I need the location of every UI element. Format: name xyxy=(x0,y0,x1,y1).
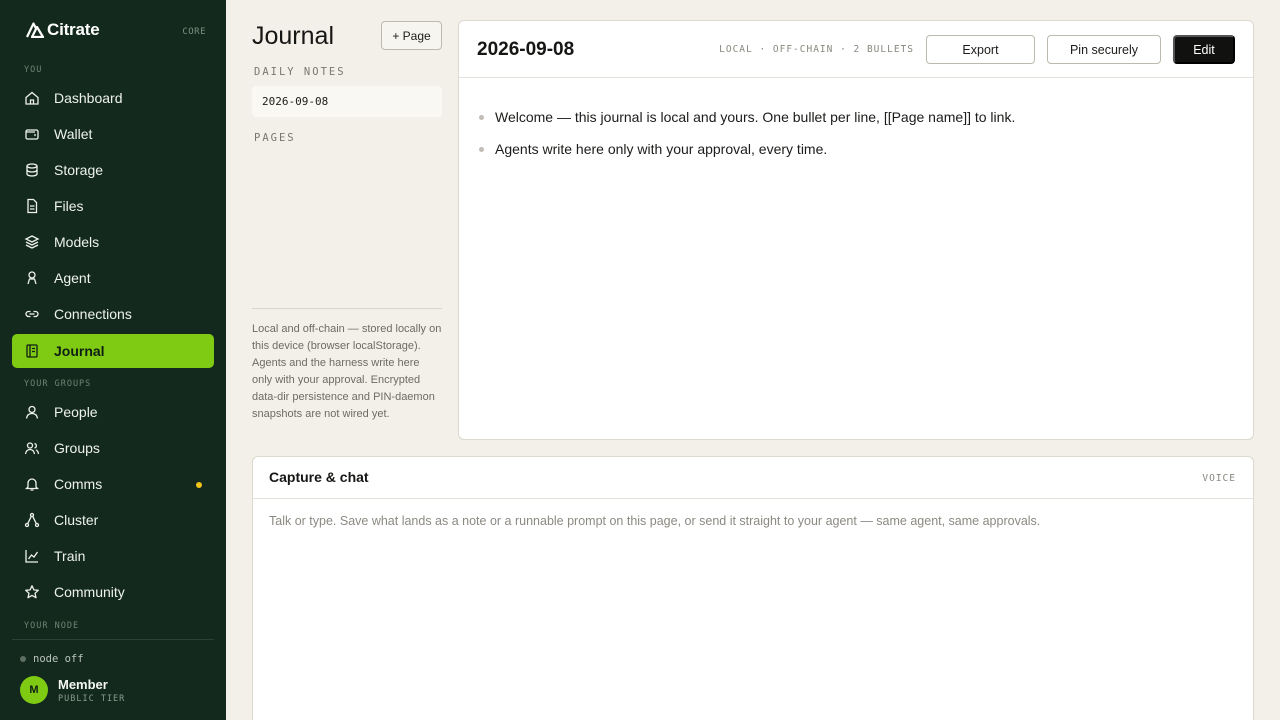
editor-header: 2026-09-08 LOCAL · OFF-CHAIN · 2 BULLETS… xyxy=(459,21,1253,78)
section-label-you: YOU xyxy=(24,65,43,75)
journal-editor: 2026-09-08 LOCAL · OFF-CHAIN · 2 BULLETS… xyxy=(458,20,1254,440)
edit-button[interactable]: Edit xyxy=(1173,35,1235,64)
daily-notes-label: DAILY NOTES xyxy=(254,66,346,78)
sidebar-item-files[interactable]: Files xyxy=(12,189,214,223)
journal-notes-column: Journal + Page DAILY NOTES 2026-09-08 PA… xyxy=(252,20,442,440)
sidebar-item-label: Comms xyxy=(54,476,103,492)
sidebar-item-models[interactable]: Models xyxy=(12,225,214,259)
bullet-dot xyxy=(479,114,484,120)
notification-dot xyxy=(196,482,202,488)
sidebar-item-label: Journal xyxy=(54,343,105,359)
sidebar-item-label: Wallet xyxy=(54,126,93,142)
sidebar-item-label: Connections xyxy=(54,306,132,322)
sidebar-item-label: Train xyxy=(54,548,86,564)
sidebar-item-wallet[interactable]: Wallet xyxy=(12,117,214,151)
brand-tag: CORE xyxy=(182,27,206,37)
link-icon xyxy=(25,310,39,318)
pages-label: PAGES xyxy=(254,132,296,144)
sidebar-item-storage[interactable]: Storage xyxy=(12,153,214,187)
sidebar-item-label: Cluster xyxy=(54,512,99,528)
user-name: Member xyxy=(58,676,108,692)
capture-chat-panel: Capture & chat VOICE xyxy=(252,456,1254,720)
brand-name: Citrate xyxy=(47,20,100,39)
brand-logo[interactable]: Citrate xyxy=(26,20,100,40)
cluster-icon xyxy=(24,512,40,528)
list-item[interactable]: Agents write here only with your approva… xyxy=(479,133,1015,165)
bell-icon xyxy=(24,478,40,491)
sidebar-item-label: Files xyxy=(54,198,84,214)
capture-title: Capture & chat xyxy=(269,469,369,485)
sidebar-item-label: Agent xyxy=(54,270,91,286)
user-profile[interactable]: M Member PUBLIC TIER xyxy=(20,676,125,704)
citrate-logo-icon xyxy=(26,22,44,38)
chart-icon xyxy=(25,550,39,563)
bullet-text: Agents write here only with your approva… xyxy=(495,141,828,157)
sidebar-item-label: Community xyxy=(54,584,125,600)
database-icon xyxy=(26,163,38,177)
bullet-list: Welcome — this journal is local and your… xyxy=(479,101,1015,165)
person-icon xyxy=(25,405,39,419)
sidebar-item-connections[interactable]: Connections xyxy=(12,297,214,331)
sidebar-item-label: Dashboard xyxy=(54,90,123,106)
storage-disclaimer: Local and off-chain — stored locally on … xyxy=(252,323,442,420)
sidebar-item-groups[interactable]: Groups xyxy=(12,431,214,465)
file-icon xyxy=(27,198,38,214)
pin-securely-button[interactable]: Pin securely xyxy=(1047,35,1161,64)
sidebar-item-community[interactable]: Community xyxy=(12,575,214,609)
editor-meta: LOCAL · OFF-CHAIN · 2 BULLETS xyxy=(719,44,914,55)
export-button[interactable]: Export xyxy=(926,35,1035,64)
add-page-button[interactable]: + Page xyxy=(381,21,442,50)
sidebar-item-label: People xyxy=(54,404,98,420)
capture-input[interactable] xyxy=(269,514,1229,528)
section-label-groups: YOUR GROUPS xyxy=(24,379,92,389)
sidebar-item-journal[interactable]: Journal xyxy=(12,334,214,368)
wallet-icon xyxy=(25,129,39,140)
agent-icon xyxy=(27,271,37,285)
users-icon xyxy=(24,442,40,455)
sidebar-item-label: Storage xyxy=(54,162,104,178)
node-status-label: node off xyxy=(33,653,84,665)
sidebar-item-train[interactable]: Train xyxy=(12,539,214,573)
list-item[interactable]: Welcome — this journal is local and your… xyxy=(479,101,1015,133)
page-title: Journal xyxy=(252,22,334,50)
sidebar: Citrate CORE YOU Dashboard Wallet Storag… xyxy=(0,0,226,720)
user-tier: PUBLIC TIER xyxy=(58,693,126,704)
layers-icon xyxy=(24,235,40,249)
node-status: node off xyxy=(20,653,84,665)
sidebar-divider xyxy=(12,639,214,640)
node-status-dot xyxy=(20,656,26,662)
sidebar-item-label: Groups xyxy=(54,440,100,456)
sidebar-item-people[interactable]: People xyxy=(12,395,214,429)
voice-toggle[interactable]: VOICE xyxy=(1202,473,1236,484)
sidebar-item-cluster[interactable]: Cluster xyxy=(12,503,214,537)
sidebar-item-dashboard[interactable]: Dashboard xyxy=(12,81,214,115)
editor-date-title: 2026-09-08 xyxy=(477,39,575,60)
notes-divider xyxy=(252,308,442,309)
bullet-text: Welcome — this journal is local and your… xyxy=(495,109,1016,125)
capture-header: Capture & chat VOICE xyxy=(253,457,1253,499)
journal-icon xyxy=(26,344,38,358)
daily-note-item[interactable]: 2026-09-08 xyxy=(252,86,442,117)
section-label-node: YOUR NODE xyxy=(24,621,80,631)
sidebar-item-agent[interactable]: Agent xyxy=(12,261,214,295)
sidebar-item-comms[interactable]: Comms xyxy=(12,467,214,501)
home-icon xyxy=(25,91,39,105)
sidebar-item-label: Models xyxy=(54,234,100,250)
star-icon xyxy=(25,585,39,599)
avatar: M xyxy=(20,676,48,704)
bullet-dot xyxy=(479,146,484,152)
